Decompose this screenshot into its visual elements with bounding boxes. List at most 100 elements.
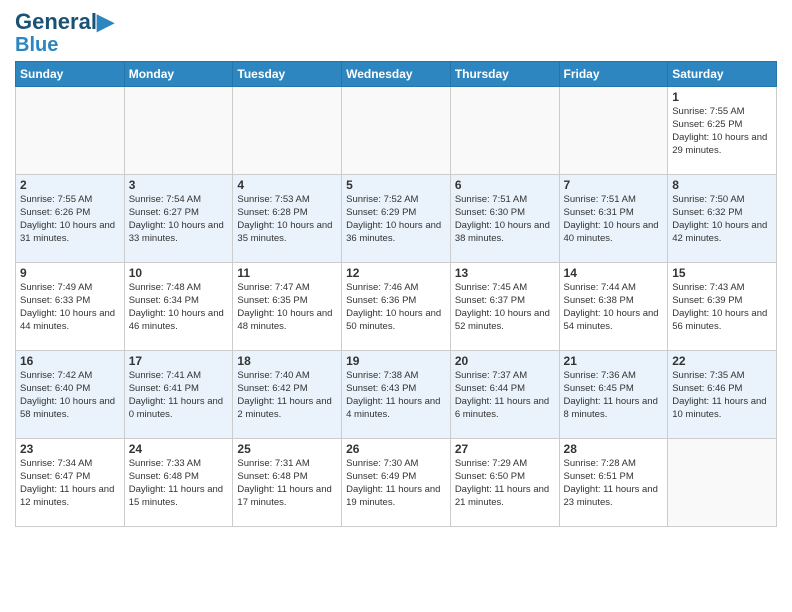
calendar-cell: 3 Sunrise: 7:54 AM Sunset: 6:27 PM Daylig… [124,175,233,263]
day-number: 19 [346,354,446,368]
calendar-cell: 15 Sunrise: 7:43 AM Sunset: 6:39 PM Dayli… [668,263,777,351]
day-info: Sunrise: 7:50 AM Sunset: 6:32 PM Dayligh… [672,194,772,245]
week-row-2: 9 Sunrise: 7:49 AM Sunset: 6:33 PM Daylig… [16,263,777,351]
day-number: 6 [455,178,555,192]
day-number: 27 [455,442,555,456]
col-header-friday: Friday [559,62,668,87]
calendar-cell: 13 Sunrise: 7:45 AM Sunset: 6:37 PM Dayli… [450,263,559,351]
day-info: Sunrise: 7:54 AM Sunset: 6:27 PM Dayligh… [129,194,229,245]
calendar-cell [559,87,668,175]
calendar-cell: 19 Sunrise: 7:38 AM Sunset: 6:43 PM Dayli… [342,351,451,439]
day-info: Sunrise: 7:48 AM Sunset: 6:34 PM Dayligh… [129,282,229,333]
logo-text: General▶ [15,10,114,34]
day-info: Sunrise: 7:36 AM Sunset: 6:45 PM Dayligh… [564,370,664,421]
day-info: Sunrise: 7:53 AM Sunset: 6:28 PM Dayligh… [237,194,337,245]
calendar-cell: 26 Sunrise: 7:30 AM Sunset: 6:49 PM Dayli… [342,439,451,527]
calendar-cell: 17 Sunrise: 7:41 AM Sunset: 6:41 PM Dayli… [124,351,233,439]
day-number: 15 [672,266,772,280]
calendar-cell [16,87,125,175]
day-number: 28 [564,442,664,456]
day-number: 16 [20,354,120,368]
day-number: 22 [672,354,772,368]
week-row-0: 1 Sunrise: 7:55 AM Sunset: 6:25 PM Daylig… [16,87,777,175]
day-number: 2 [20,178,120,192]
day-number: 11 [237,266,337,280]
day-info: Sunrise: 7:33 AM Sunset: 6:48 PM Dayligh… [129,458,229,509]
day-info: Sunrise: 7:55 AM Sunset: 6:25 PM Dayligh… [672,106,772,157]
calendar-cell: 22 Sunrise: 7:35 AM Sunset: 6:46 PM Dayli… [668,351,777,439]
col-header-monday: Monday [124,62,233,87]
day-info: Sunrise: 7:47 AM Sunset: 6:35 PM Dayligh… [237,282,337,333]
day-info: Sunrise: 7:31 AM Sunset: 6:48 PM Dayligh… [237,458,337,509]
day-number: 25 [237,442,337,456]
day-info: Sunrise: 7:44 AM Sunset: 6:38 PM Dayligh… [564,282,664,333]
calendar-cell: 25 Sunrise: 7:31 AM Sunset: 6:48 PM Dayli… [233,439,342,527]
day-info: Sunrise: 7:35 AM Sunset: 6:46 PM Dayligh… [672,370,772,421]
day-number: 5 [346,178,446,192]
day-info: Sunrise: 7:49 AM Sunset: 6:33 PM Dayligh… [20,282,120,333]
calendar-cell [124,87,233,175]
calendar-cell: 23 Sunrise: 7:34 AM Sunset: 6:47 PM Dayli… [16,439,125,527]
calendar-cell: 10 Sunrise: 7:48 AM Sunset: 6:34 PM Dayli… [124,263,233,351]
calendar-cell [342,87,451,175]
day-number: 4 [237,178,337,192]
day-number: 26 [346,442,446,456]
calendar-cell: 21 Sunrise: 7:36 AM Sunset: 6:45 PM Dayli… [559,351,668,439]
calendar-cell: 8 Sunrise: 7:50 AM Sunset: 6:32 PM Daylig… [668,175,777,263]
calendar-cell: 1 Sunrise: 7:55 AM Sunset: 6:25 PM Daylig… [668,87,777,175]
day-info: Sunrise: 7:34 AM Sunset: 6:47 PM Dayligh… [20,458,120,509]
day-info: Sunrise: 7:28 AM Sunset: 6:51 PM Dayligh… [564,458,664,509]
day-info: Sunrise: 7:30 AM Sunset: 6:49 PM Dayligh… [346,458,446,509]
day-number: 1 [672,90,772,104]
day-number: 12 [346,266,446,280]
day-info: Sunrise: 7:55 AM Sunset: 6:26 PM Dayligh… [20,194,120,245]
day-number: 8 [672,178,772,192]
calendar-cell [450,87,559,175]
day-info: Sunrise: 7:29 AM Sunset: 6:50 PM Dayligh… [455,458,555,509]
day-number: 3 [129,178,229,192]
col-header-thursday: Thursday [450,62,559,87]
calendar-cell: 27 Sunrise: 7:29 AM Sunset: 6:50 PM Dayli… [450,439,559,527]
col-header-sunday: Sunday [16,62,125,87]
calendar-cell: 9 Sunrise: 7:49 AM Sunset: 6:33 PM Daylig… [16,263,125,351]
day-number: 17 [129,354,229,368]
col-header-wednesday: Wednesday [342,62,451,87]
day-info: Sunrise: 7:42 AM Sunset: 6:40 PM Dayligh… [20,370,120,421]
day-info: Sunrise: 7:51 AM Sunset: 6:30 PM Dayligh… [455,194,555,245]
day-number: 20 [455,354,555,368]
day-info: Sunrise: 7:51 AM Sunset: 6:31 PM Dayligh… [564,194,664,245]
day-info: Sunrise: 7:45 AM Sunset: 6:37 PM Dayligh… [455,282,555,333]
logo-blue: Blue [15,34,114,57]
day-number: 24 [129,442,229,456]
day-number: 7 [564,178,664,192]
day-info: Sunrise: 7:46 AM Sunset: 6:36 PM Dayligh… [346,282,446,333]
week-row-4: 23 Sunrise: 7:34 AM Sunset: 6:47 PM Dayli… [16,439,777,527]
calendar-cell [668,439,777,527]
day-number: 23 [20,442,120,456]
week-row-1: 2 Sunrise: 7:55 AM Sunset: 6:26 PM Daylig… [16,175,777,263]
day-number: 14 [564,266,664,280]
calendar-cell: 24 Sunrise: 7:33 AM Sunset: 6:48 PM Dayli… [124,439,233,527]
day-number: 13 [455,266,555,280]
col-header-saturday: Saturday [668,62,777,87]
day-info: Sunrise: 7:38 AM Sunset: 6:43 PM Dayligh… [346,370,446,421]
calendar-cell: 16 Sunrise: 7:42 AM Sunset: 6:40 PM Dayli… [16,351,125,439]
day-info: Sunrise: 7:43 AM Sunset: 6:39 PM Dayligh… [672,282,772,333]
calendar-cell: 20 Sunrise: 7:37 AM Sunset: 6:44 PM Dayli… [450,351,559,439]
calendar-cell: 2 Sunrise: 7:55 AM Sunset: 6:26 PM Daylig… [16,175,125,263]
logo: General▶ Blue [15,10,114,57]
calendar-cell: 14 Sunrise: 7:44 AM Sunset: 6:38 PM Dayli… [559,263,668,351]
calendar-cell: 18 Sunrise: 7:40 AM Sunset: 6:42 PM Dayli… [233,351,342,439]
day-number: 18 [237,354,337,368]
day-info: Sunrise: 7:40 AM Sunset: 6:42 PM Dayligh… [237,370,337,421]
calendar-cell: 7 Sunrise: 7:51 AM Sunset: 6:31 PM Daylig… [559,175,668,263]
calendar-cell: 12 Sunrise: 7:46 AM Sunset: 6:36 PM Dayli… [342,263,451,351]
day-info: Sunrise: 7:41 AM Sunset: 6:41 PM Dayligh… [129,370,229,421]
day-info: Sunrise: 7:52 AM Sunset: 6:29 PM Dayligh… [346,194,446,245]
calendar-cell: 6 Sunrise: 7:51 AM Sunset: 6:30 PM Daylig… [450,175,559,263]
day-number: 21 [564,354,664,368]
calendar-cell: 11 Sunrise: 7:47 AM Sunset: 6:35 PM Dayli… [233,263,342,351]
day-info: Sunrise: 7:37 AM Sunset: 6:44 PM Dayligh… [455,370,555,421]
day-number: 9 [20,266,120,280]
day-number: 10 [129,266,229,280]
